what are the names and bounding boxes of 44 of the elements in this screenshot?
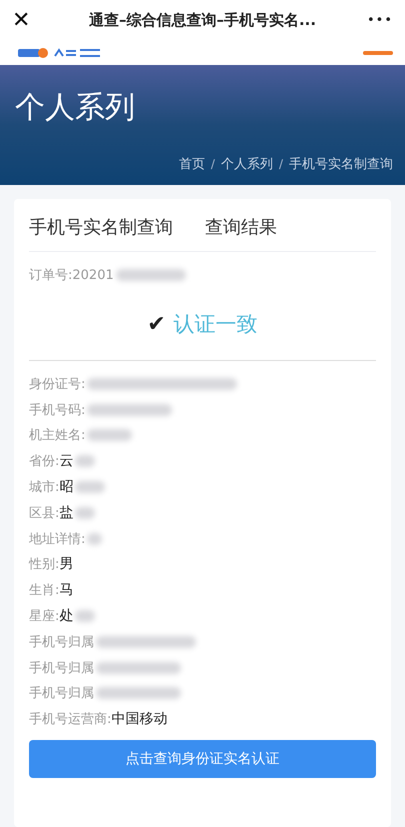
- field-label: 手机号码:: [29, 402, 86, 419]
- result-text: 认证一致: [174, 311, 258, 338]
- breadcrumb-separator: /: [210, 157, 215, 171]
- field-value: 云: [59, 452, 74, 470]
- redaction-blur: [116, 269, 186, 281]
- field-label: 机主姓名:: [29, 427, 86, 444]
- field-label: 地址详情:: [29, 530, 86, 548]
- field-label: 手机号运营商:: [29, 711, 112, 728]
- field-label: 性别:: [29, 556, 60, 574]
- close-icon[interactable]: ✕: [12, 8, 38, 32]
- field-value: 中国移动: [111, 710, 168, 728]
- field-label: 星座:: [29, 608, 60, 626]
- breadcrumb-link[interactable]: 手机号实名制查询: [289, 155, 393, 173]
- field-value: 昭: [59, 478, 74, 496]
- field-label: 生肖:: [29, 582, 60, 600]
- field-label: 手机号归属: [29, 660, 94, 677]
- breadcrumb-link[interactable]: 首页: [178, 155, 205, 173]
- field-label: 区县:: [29, 504, 60, 522]
- field-label: 手机号归属: [29, 634, 94, 651]
- field-value: 男: [59, 555, 74, 574]
- field-value: 盐: [59, 504, 74, 522]
- field-value: 马: [59, 581, 74, 600]
- card-tab[interactable]: 查询结果: [205, 215, 277, 239]
- check-icon: ✔: [147, 312, 166, 336]
- breadcrumb-link[interactable]: 个人系列: [220, 155, 273, 173]
- field-label: 城市:: [29, 479, 60, 496]
- breadcrumb-separator: /: [278, 157, 283, 171]
- redaction-blur: [87, 429, 132, 442]
- page-title: 通查–综合信息查询–手机号实名...: [88, 10, 318, 30]
- more-icon[interactable]: •••: [366, 12, 393, 28]
- field-value: 处: [59, 607, 74, 626]
- redaction-blur: [75, 610, 96, 622]
- field-label: 身份证号:: [29, 376, 86, 393]
- redaction-blur: [87, 532, 102, 545]
- field-label: 省份:: [29, 453, 60, 470]
- redaction-blur: [75, 506, 96, 519]
- menu-icon[interactable]: [363, 50, 393, 54]
- redaction-blur: [75, 481, 106, 494]
- order-value: 20201: [72, 268, 114, 282]
- field-label: 手机号归属: [29, 685, 94, 702]
- order-label: 订单号:: [29, 267, 72, 284]
- banner-title: 个人系列: [15, 89, 136, 127]
- card-tab[interactable]: 手机号实名制查询: [29, 215, 173, 239]
- redaction-blur: [75, 455, 96, 468]
